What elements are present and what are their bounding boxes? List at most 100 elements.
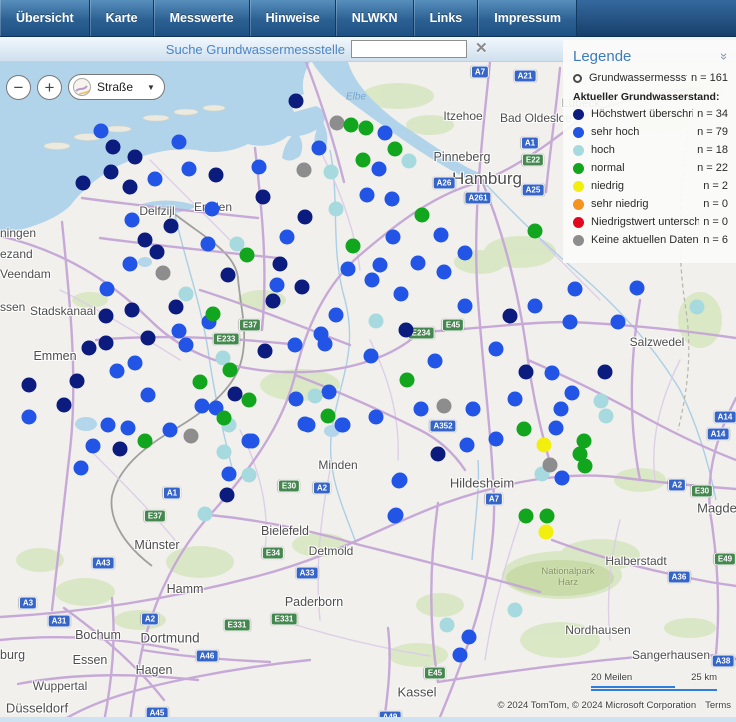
nav-tab-übersicht[interactable]: Übersicht bbox=[0, 0, 90, 36]
basemap-selector[interactable]: Straße ▼ bbox=[68, 74, 165, 100]
station-marker-normal[interactable] bbox=[356, 153, 371, 168]
station-marker-sehr_hoch[interactable] bbox=[205, 202, 220, 217]
station-marker-keine[interactable] bbox=[543, 458, 558, 473]
station-marker-normal[interactable] bbox=[540, 509, 555, 524]
station-marker-sehr_hoch[interactable] bbox=[360, 188, 375, 203]
station-marker-sehr_hoch[interactable] bbox=[394, 287, 409, 302]
nav-tab-nlwkn[interactable]: NLWKN bbox=[336, 0, 414, 36]
station-marker-hoch[interactable] bbox=[179, 287, 194, 302]
station-marker-sehr_hoch[interactable] bbox=[312, 141, 327, 156]
station-marker-hoch[interactable] bbox=[599, 409, 614, 424]
station-marker-hoechstwert[interactable] bbox=[82, 341, 97, 356]
station-marker-hoechstwert[interactable] bbox=[266, 294, 281, 309]
station-marker-sehr_hoch[interactable] bbox=[341, 262, 356, 277]
station-marker-hoechstwert[interactable] bbox=[57, 398, 72, 413]
station-marker-normal[interactable] bbox=[344, 118, 359, 133]
station-marker-sehr_hoch[interactable] bbox=[392, 474, 407, 489]
station-marker-sehr_hoch[interactable] bbox=[563, 315, 578, 330]
station-marker-sehr_hoch[interactable] bbox=[611, 315, 626, 330]
station-marker-sehr_hoch[interactable] bbox=[545, 366, 560, 381]
station-marker-keine[interactable] bbox=[297, 163, 312, 178]
station-marker-hoch[interactable] bbox=[308, 389, 323, 404]
zoom-out-button[interactable]: − bbox=[6, 75, 31, 100]
station-marker-sehr_hoch[interactable] bbox=[453, 648, 468, 663]
station-marker-sehr_hoch[interactable] bbox=[434, 228, 449, 243]
station-marker-normal[interactable] bbox=[388, 142, 403, 157]
station-marker-hoch[interactable] bbox=[440, 618, 455, 633]
station-marker-hoechstwert[interactable] bbox=[141, 331, 156, 346]
station-marker-hoch[interactable] bbox=[217, 445, 232, 460]
station-marker-sehr_hoch[interactable] bbox=[411, 256, 426, 271]
nav-tab-messwerte[interactable]: Messwerte bbox=[154, 0, 250, 36]
station-marker-sehr_hoch[interactable] bbox=[123, 257, 138, 272]
station-marker-hoechstwert[interactable] bbox=[209, 168, 224, 183]
station-marker-sehr_hoch[interactable] bbox=[121, 421, 136, 436]
station-marker-normal[interactable] bbox=[193, 375, 208, 390]
station-marker-sehr_hoch[interactable] bbox=[388, 509, 403, 524]
station-marker-sehr_hoch[interactable] bbox=[335, 418, 350, 433]
station-marker-sehr_hoch[interactable] bbox=[280, 230, 295, 245]
station-marker-sehr_hoch[interactable] bbox=[163, 423, 178, 438]
station-marker-sehr_hoch[interactable] bbox=[148, 172, 163, 187]
station-marker-normal[interactable] bbox=[242, 393, 257, 408]
station-marker-normal[interactable] bbox=[321, 409, 336, 424]
station-marker-hoechstwert[interactable] bbox=[273, 257, 288, 272]
station-marker-sehr_hoch[interactable] bbox=[100, 282, 115, 297]
nav-tab-hinweise[interactable]: Hinweise bbox=[250, 0, 336, 36]
station-marker-sehr_hoch[interactable] bbox=[437, 265, 452, 280]
station-marker-sehr_hoch[interactable] bbox=[528, 299, 543, 314]
station-marker-hoechstwert[interactable] bbox=[258, 344, 273, 359]
station-marker-sehr_hoch[interactable] bbox=[378, 126, 393, 141]
station-marker-sehr_hoch[interactable] bbox=[365, 273, 380, 288]
station-marker-hoechstwert[interactable] bbox=[104, 165, 119, 180]
station-marker-sehr_hoch[interactable] bbox=[172, 324, 187, 339]
station-marker-sehr_hoch[interactable] bbox=[22, 410, 37, 425]
collapse-legend-icon[interactable]: » bbox=[717, 53, 732, 60]
station-marker-niedrig[interactable] bbox=[537, 438, 552, 453]
station-marker-keine[interactable] bbox=[437, 399, 452, 414]
station-marker-sehr_hoch[interactable] bbox=[222, 467, 237, 482]
station-marker-sehr_hoch[interactable] bbox=[373, 258, 388, 273]
station-marker-hoechstwert[interactable] bbox=[228, 387, 243, 402]
station-marker-sehr_hoch[interactable] bbox=[549, 421, 564, 436]
station-marker-sehr_hoch[interactable] bbox=[125, 213, 140, 228]
station-marker-hoch[interactable] bbox=[242, 468, 257, 483]
station-marker-normal[interactable] bbox=[223, 363, 238, 378]
station-marker-normal[interactable] bbox=[519, 509, 534, 524]
station-marker-hoechstwert[interactable] bbox=[256, 190, 271, 205]
station-marker-hoechstwert[interactable] bbox=[138, 233, 153, 248]
station-marker-sehr_hoch[interactable] bbox=[86, 439, 101, 454]
nav-tab-impressum[interactable]: Impressum bbox=[478, 0, 577, 36]
station-marker-sehr_hoch[interactable] bbox=[179, 338, 194, 353]
station-marker-hoechstwert[interactable] bbox=[128, 150, 143, 165]
station-marker-sehr_hoch[interactable] bbox=[414, 402, 429, 417]
station-marker-keine[interactable] bbox=[184, 429, 199, 444]
station-marker-normal[interactable] bbox=[206, 307, 221, 322]
station-marker-sehr_hoch[interactable] bbox=[195, 399, 210, 414]
station-marker-sehr_hoch[interactable] bbox=[318, 337, 333, 352]
station-marker-normal[interactable] bbox=[359, 121, 374, 136]
station-marker-hoechstwert[interactable] bbox=[99, 309, 114, 324]
station-marker-hoch[interactable] bbox=[324, 165, 339, 180]
station-marker-sehr_hoch[interactable] bbox=[364, 349, 379, 364]
station-marker-normal[interactable] bbox=[528, 224, 543, 239]
station-marker-hoechstwert[interactable] bbox=[123, 180, 138, 195]
station-marker-normal[interactable] bbox=[217, 411, 232, 426]
station-marker-sehr_hoch[interactable] bbox=[462, 630, 477, 645]
station-marker-sehr_hoch[interactable] bbox=[466, 402, 481, 417]
station-marker-hoechstwert[interactable] bbox=[164, 219, 179, 234]
station-marker-sehr_hoch[interactable] bbox=[386, 230, 401, 245]
station-marker-hoechstwert[interactable] bbox=[289, 94, 304, 109]
station-marker-sehr_hoch[interactable] bbox=[329, 308, 344, 323]
zoom-in-button[interactable]: + bbox=[37, 75, 62, 100]
station-marker-sehr_hoch[interactable] bbox=[74, 461, 89, 476]
station-marker-sehr_hoch[interactable] bbox=[288, 338, 303, 353]
station-marker-sehr_hoch[interactable] bbox=[372, 162, 387, 177]
station-marker-sehr_hoch[interactable] bbox=[289, 392, 304, 407]
station-marker-sehr_hoch[interactable] bbox=[489, 432, 504, 447]
station-marker-normal[interactable] bbox=[578, 459, 593, 474]
station-marker-sehr_hoch[interactable] bbox=[322, 385, 337, 400]
terms-link[interactable]: Terms bbox=[705, 700, 731, 711]
station-marker-sehr_hoch[interactable] bbox=[201, 237, 216, 252]
station-marker-sehr_hoch[interactable] bbox=[385, 192, 400, 207]
